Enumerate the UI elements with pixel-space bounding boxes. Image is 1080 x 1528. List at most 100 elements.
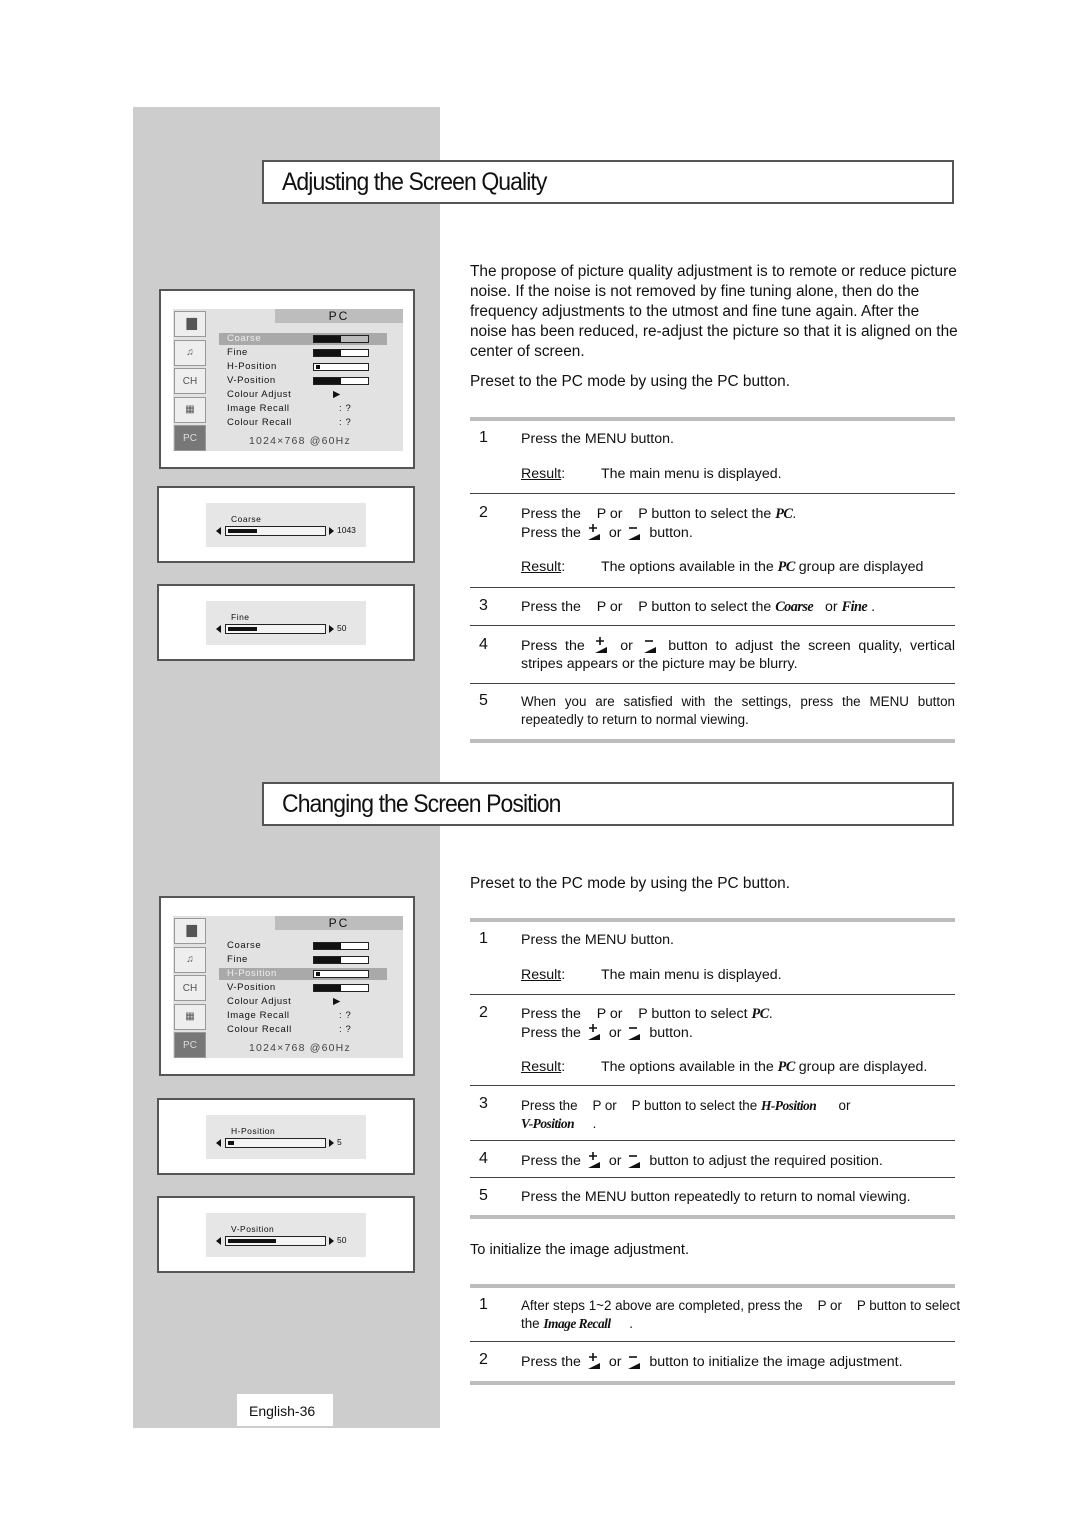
step-result: Result: The main menu is displayed. xyxy=(521,967,782,983)
osd-slider-screenshot: Coarse 1043 xyxy=(157,486,415,563)
osd-item-bar xyxy=(313,942,369,950)
slider-fill xyxy=(228,1239,276,1243)
emphasis: PC xyxy=(777,1059,796,1075)
emphasis: Coarse xyxy=(775,599,814,615)
osd-menu-item: Colour Adjust ▶ xyxy=(219,389,387,401)
emphasis: V-Position xyxy=(521,1116,575,1131)
slider-value: 50 xyxy=(337,1235,347,1245)
osd-item-label: Colour Recall xyxy=(227,417,292,428)
step-result: Result: The options available in the PC g… xyxy=(521,559,924,575)
plus-button-icon xyxy=(585,1352,605,1370)
osd-menu-header: PC xyxy=(275,309,403,323)
intro-paragraph: The propose of picture quality adjustmen… xyxy=(470,263,958,360)
step-number: 3 xyxy=(479,1095,488,1112)
step-number: 3 xyxy=(479,597,488,614)
slider-label: V-Position xyxy=(231,1224,275,1234)
section-title-text: Adjusting the Screen Quality xyxy=(282,168,547,196)
slider-label: H-Position xyxy=(231,1126,276,1136)
osd-item-bar xyxy=(313,970,369,978)
osd-item-value: : ? xyxy=(339,1024,352,1035)
emphasis: PC xyxy=(775,506,793,522)
text: button to adjust the screen quality, ver… xyxy=(521,638,955,672)
picture-icon: ▐█ xyxy=(174,311,206,337)
minus-button-icon xyxy=(625,1023,645,1041)
osd-menu-item: Image Recall : ? xyxy=(219,1010,387,1022)
osd-menu-item: Fine xyxy=(219,954,387,966)
text: . xyxy=(574,1116,597,1131)
text: group are displayed xyxy=(794,559,924,575)
slider-value: 5 xyxy=(337,1137,342,1147)
minus-button-icon xyxy=(641,636,661,654)
divider xyxy=(470,918,955,922)
text: button. xyxy=(649,1025,693,1041)
result-label: Result xyxy=(521,559,562,575)
divider xyxy=(470,1215,955,1219)
osd-menu-item: Image Recall: ? xyxy=(219,403,387,415)
osd-menu-item: Colour Recall : ? xyxy=(219,417,387,429)
osd-item-value: : ? xyxy=(339,417,352,428)
osd-item-bar xyxy=(313,363,369,371)
plus-button-icon xyxy=(585,1023,605,1041)
osd-item-label: Fine xyxy=(227,347,248,358)
plus-button-icon xyxy=(592,636,612,654)
section-title-text: Changing the Screen Position xyxy=(282,790,561,818)
osd-menu-item: Colour Recall : ? xyxy=(219,1024,387,1036)
osd-item-label: Coarse xyxy=(227,940,262,951)
osd-item-label: Image Recall xyxy=(227,1010,290,1021)
emphasis: Image Recall xyxy=(543,1316,611,1331)
osd-item-label: Image Recall xyxy=(227,403,290,414)
result-text: The main menu is displayed. xyxy=(601,466,782,482)
section-title: Adjusting the Screen Quality xyxy=(262,160,954,204)
step-text: Press the P or P button to select PC. Pre… xyxy=(521,1005,773,1042)
step-text: Press the or button to adjust the screen… xyxy=(521,636,955,673)
osd-item-value: : ? xyxy=(339,1010,352,1021)
result-text: The main menu is displayed. xyxy=(601,967,782,983)
text: or xyxy=(813,599,842,615)
submenu-arrow-icon: ▶ xyxy=(333,389,341,400)
submenu-arrow-icon: ▶ xyxy=(333,996,341,1007)
step-text: Press the MENU button. xyxy=(521,431,674,447)
divider xyxy=(470,1341,955,1342)
pc-icon: PC xyxy=(174,1032,206,1058)
step-text: Press the P or P button to select the Co… xyxy=(521,598,875,616)
osd-resolution: 1024×768 @60Hz xyxy=(249,1042,351,1054)
divider xyxy=(470,1381,955,1385)
text: Press the P or P button to select xyxy=(521,1006,752,1022)
emphasis: H-Position xyxy=(760,1098,817,1113)
slider-track xyxy=(225,1236,326,1246)
divider xyxy=(470,1085,955,1086)
osd-item-bar xyxy=(313,377,369,385)
step-number: 5 xyxy=(479,1187,488,1204)
osd-menu-item: V-Position xyxy=(219,375,387,387)
step-result: Result: The options available in the PC g… xyxy=(521,1059,928,1075)
result-label: Result xyxy=(521,1059,562,1075)
text: Press the P or P button to select the xyxy=(521,1098,761,1113)
step-text: Press the P or P button to select the H-… xyxy=(521,1097,850,1133)
divider xyxy=(470,1140,955,1141)
result-text: The options available in the PC group ar… xyxy=(601,1059,927,1076)
minus-button-icon xyxy=(625,523,645,541)
osd-item-label: Colour Recall xyxy=(227,1024,292,1035)
slider-track xyxy=(225,624,326,634)
osd-menu-screenshot: ▐█ ♫ CH ▦ PC PC Coarse Fine H-Position V-Position… xyxy=(159,896,415,1076)
result-label: Result xyxy=(521,967,562,983)
osd-slider-screenshot: Fine 50 xyxy=(157,584,415,661)
text: Press the xyxy=(521,1153,581,1169)
osd-menu: ▐█ ♫ CH ▦ PC PC Coarse Fine H-Position V-Position… xyxy=(173,309,403,451)
divider xyxy=(470,1177,955,1178)
minus-button-icon xyxy=(625,1352,645,1370)
setup-icon: ▦ xyxy=(174,1003,206,1030)
slider-track xyxy=(225,526,326,536)
channel-icon: CH xyxy=(174,975,206,1001)
text: button to adjust the required position. xyxy=(649,1153,883,1169)
step-number: 1 xyxy=(479,1296,488,1313)
preset-text: Preset to the PC mode by using the PC bu… xyxy=(470,875,790,892)
right-arrow-icon xyxy=(329,527,334,535)
page-number-text: English-36 xyxy=(249,1403,316,1419)
text: . xyxy=(792,506,797,522)
osd-item-label: Fine xyxy=(227,954,248,965)
left-arrow-icon xyxy=(216,1237,221,1245)
osd-item-label: V-Position xyxy=(227,375,276,386)
slider-label: Fine xyxy=(231,612,250,622)
text: The options available in the xyxy=(601,1059,778,1075)
